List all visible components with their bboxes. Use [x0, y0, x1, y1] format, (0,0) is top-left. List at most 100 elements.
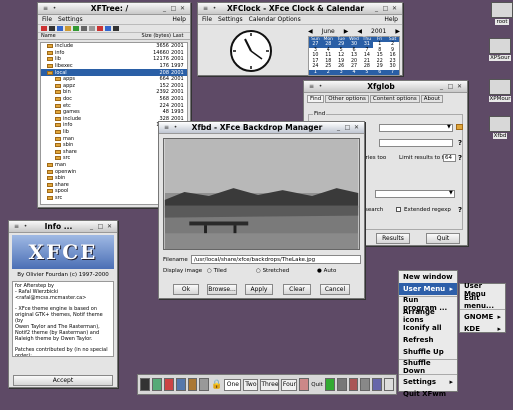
- clear-button[interactable]: Clear: [283, 284, 311, 295]
- sticky-icon[interactable]: •: [21, 222, 30, 231]
- next-month-icon[interactable]: ▶: [344, 28, 349, 35]
- desktop-icon-xpsour[interactable]: XPSour: [486, 38, 513, 61]
- tab-content-options[interactable]: Content options: [369, 95, 420, 103]
- root-menu-item[interactable]: Refresh: [399, 334, 457, 346]
- results-button[interactable]: Results: [376, 233, 410, 244]
- trash-icon[interactable]: [360, 378, 371, 391]
- window-icon[interactable]: [384, 378, 395, 391]
- minimize-icon[interactable]: _: [160, 4, 169, 13]
- toolbar-icon[interactable]: [49, 26, 55, 31]
- calendar-day[interactable]: 5: [360, 69, 374, 75]
- minimize-icon[interactable]: _: [437, 82, 446, 91]
- minimize-icon[interactable]: _: [372, 4, 381, 13]
- window-menu-icon[interactable]: ≡: [201, 4, 210, 13]
- filemanager-icon[interactable]: [151, 378, 162, 391]
- menu-settings[interactable]: Settings: [218, 16, 243, 23]
- calendar-day[interactable]: 3: [334, 69, 348, 75]
- extended-regexp-checkbox[interactable]: [396, 207, 401, 212]
- content-combo[interactable]: [375, 190, 455, 198]
- cancel-button[interactable]: Cancel: [320, 284, 350, 295]
- minimize-icon[interactable]: _: [334, 123, 343, 132]
- calendar-day[interactable]: 2: [321, 69, 335, 75]
- radio-tiled[interactable]: ○ Tiled: [207, 268, 227, 274]
- maximize-icon[interactable]: □: [169, 4, 178, 13]
- root-menu-item[interactable]: Arrange icons: [399, 308, 457, 324]
- desktop-icon-root[interactable]: root: [488, 2, 513, 25]
- sticky-icon[interactable]: •: [316, 82, 325, 91]
- help-icon[interactable]: ?: [458, 154, 462, 162]
- root-menu-item[interactable]: Quit XFwm: [399, 388, 457, 400]
- folder-icon[interactable]: [456, 124, 463, 130]
- col-last[interactable]: Last: [171, 33, 187, 39]
- close-icon[interactable]: ✕: [390, 4, 399, 13]
- tree-row[interactable]: local 208 2001: [41, 69, 187, 76]
- titlebar[interactable]: ≡ • Xfbd - XFce Backdrop Manager _ □ ✕: [159, 122, 364, 134]
- workspace-four[interactable]: Four: [281, 378, 298, 391]
- tree-row[interactable]: info 14660 2001: [41, 50, 187, 57]
- workspace-two[interactable]: Two: [243, 378, 259, 391]
- sticky-icon[interactable]: •: [210, 4, 219, 13]
- toolbar-icon[interactable]: [97, 26, 103, 31]
- filename-field[interactable]: /usr/local/share/xfce/backdrops/TheLake.…: [191, 255, 361, 264]
- menu-file[interactable]: File: [42, 16, 52, 23]
- calendar-day[interactable]: 7: [386, 69, 400, 75]
- toolbar-icon[interactable]: [89, 26, 95, 31]
- toolbar-icon[interactable]: [113, 26, 119, 31]
- sticky-icon[interactable]: •: [171, 123, 180, 132]
- close-icon[interactable]: ✕: [455, 82, 464, 91]
- titlebar[interactable]: ≡ • XFClock - XFce Clock & Calendar _ □ ✕: [198, 3, 402, 15]
- root-menu-item[interactable]: Shuffle Down: [399, 359, 457, 375]
- toolbar-icon[interactable]: [57, 26, 63, 31]
- app-icon[interactable]: [299, 378, 310, 391]
- desktop-icon-xpmour[interactable]: XPMour: [486, 79, 513, 102]
- tree-row[interactable]: apps 664 2001: [41, 76, 187, 83]
- info-text-area[interactable]: for Afterstep by - Rafal Wierzbicki <rafal…: [12, 281, 114, 357]
- mixer-icon[interactable]: [372, 378, 383, 391]
- help-icon[interactable]: ?: [458, 139, 462, 147]
- toolbar-icon[interactable]: [81, 26, 87, 31]
- mail-icon[interactable]: [175, 378, 186, 391]
- combo-arrow-icon[interactable]: ▼: [449, 190, 453, 196]
- root-menu-item[interactable]: User Menu ▸: [399, 283, 457, 295]
- browse-button[interactable]: Browse...: [207, 284, 237, 295]
- col-name[interactable]: Name: [41, 33, 137, 39]
- user-menu-item[interactable]: Edit menu...: [460, 294, 505, 310]
- col-size[interactable]: Size (bytes): [137, 33, 171, 39]
- toolbar-icon[interactable]: [73, 26, 79, 31]
- menu-file[interactable]: File: [202, 16, 212, 23]
- lock-icon[interactable]: 🔒: [211, 380, 222, 390]
- calendar-day[interactable]: 6: [373, 69, 387, 75]
- desktop-icon-xfbd[interactable]: Xfbd: [486, 116, 513, 139]
- menu-calendar-options[interactable]: Calendar Options: [249, 16, 301, 23]
- editor-icon[interactable]: [163, 378, 174, 391]
- titlebar[interactable]: ≡ • XFTree: / _ □ ✕: [38, 3, 190, 15]
- user-menu-item[interactable]: GNOME ▸: [460, 311, 505, 323]
- calendar-day[interactable]: 4: [347, 69, 361, 75]
- help-icon[interactable]: ?: [458, 206, 462, 214]
- tab-other-options[interactable]: Other options: [325, 95, 369, 103]
- user-menu-item[interactable]: KDE ▸: [460, 323, 505, 335]
- root-menu-item[interactable]: Shuffle Up: [399, 346, 457, 358]
- toolbar-icon[interactable]: [65, 26, 71, 31]
- tree-row[interactable]: doc 568 2001: [41, 96, 187, 103]
- maximize-icon[interactable]: □: [96, 222, 105, 231]
- tree-row[interactable]: lib 12176 2001: [41, 56, 187, 63]
- maximize-icon[interactable]: □: [343, 123, 352, 132]
- radio-auto[interactable]: ● Auto: [317, 268, 336, 274]
- maximize-icon[interactable]: □: [446, 82, 455, 91]
- pattern-combo[interactable]: [379, 124, 453, 132]
- sound-icon[interactable]: [348, 378, 359, 391]
- titlebar[interactable]: ≡ • Xfglob _ □ ✕: [304, 81, 467, 93]
- tree-row[interactable]: etc 224 2001: [41, 102, 187, 109]
- tree-row[interactable]: appz 152 2001: [41, 83, 187, 90]
- terminal-icon[interactable]: [140, 378, 150, 391]
- toolbar-icon[interactable]: [105, 26, 111, 31]
- radio-stretched[interactable]: ○ Stretched: [256, 268, 289, 274]
- prev-year-icon[interactable]: ◀: [357, 28, 362, 35]
- tree-row[interactable]: games 48 1993: [41, 109, 187, 116]
- prev-month-icon[interactable]: ◀: [308, 28, 313, 35]
- window-menu-icon[interactable]: ≡: [41, 4, 50, 13]
- quit-button[interactable]: Quit: [426, 233, 460, 244]
- sticky-icon[interactable]: •: [50, 4, 59, 13]
- workspace-one[interactable]: One: [224, 378, 242, 391]
